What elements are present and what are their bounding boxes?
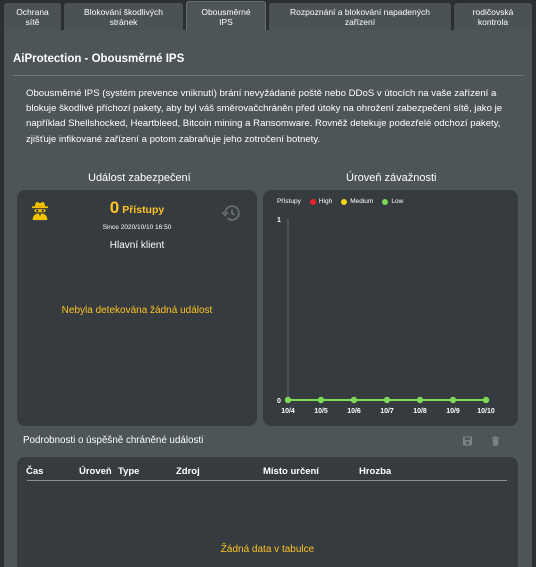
security-event-card: 0 Přístupy Since 2020/10/10 16:50 Hlavní … [17,190,257,426]
y-tick-label: 1 [277,217,281,224]
tab-label: Rozpoznání a blokování napadených [290,6,430,17]
tab-network-protection[interactable]: Ochrana sítě [4,3,61,30]
trash-icon[interactable] [490,435,501,447]
history-icon[interactable] [221,202,243,224]
tab-two-way-ips[interactable]: Obousměrné IPS [186,1,266,31]
tab-parental-control[interactable]: rodičovská kontrola [454,3,532,30]
data-point [350,396,358,404]
security-event-heading: Událost zabezpečení [88,172,191,184]
table-header-divider [27,480,507,481]
data-point [383,396,391,404]
tab-label: stránek [109,16,138,27]
tab-label: sítě [25,16,40,27]
data-point [416,396,424,404]
x-tick-label: 10/4 [281,408,295,415]
tab-malicious-sites-blocking[interactable]: Blokování škodlivých stránek [64,3,183,30]
y-tick-label: 0 [277,398,281,405]
page-title: AiProtection - Obousměrné IPS [13,53,185,65]
tab-label: Obousměrné [201,6,251,17]
column-header-level[interactable]: Úroveň [79,466,112,477]
severity-chart: 0 1 10/4 10/5 10/6 10/7 10/8 10/9 10/10 [277,217,495,415]
tab-label: kontrola [477,16,509,27]
severity-heading: Úroveň závažnosti [346,172,437,184]
column-header-threat[interactable]: Hrozba [359,466,391,477]
data-point [449,396,457,404]
column-header-time[interactable]: Čas [26,466,43,477]
page-description: Obousměrné IPS (systém prevence vniknutí… [26,88,503,145]
x-tick-label: 10/9 [446,408,460,415]
details-heading: Podrobnosti o úspěšně chráněné události [23,435,204,446]
tab-label: rodičovská [472,6,514,17]
tab-label: Blokování škodlivých [84,6,163,17]
column-header-type[interactable]: Type [118,466,139,477]
tab-label: IPS [219,16,233,27]
x-tick-label: 10/7 [380,408,394,415]
save-icon[interactable] [462,435,473,447]
events-table: Čas Úroveň Type Zdroj Místo určení Hrozb… [17,457,518,567]
tab-infected-device-blocking[interactable]: Rozpoznání a blokování napadených zařízen… [269,3,451,30]
title-divider [13,75,524,76]
no-event-message: Nebyla detekována žádná událost [61,305,213,316]
x-tick-label: 10/8 [413,408,427,415]
access-count-number: 0 [109,198,120,217]
column-header-destination[interactable]: Místo určení [263,466,319,477]
x-tick-label: 10/10 [477,408,495,415]
data-point [284,396,292,404]
main-client-label: Hlavní klient [109,240,165,251]
x-tick-label: 10/6 [347,408,361,415]
severity-chart-card: Přístupy High Medium Low 0 1 10/4 10/5 10/6 1… [263,190,518,426]
data-point [317,396,325,404]
since-timestamp: Since 2020/10/10 16:50 [102,224,172,231]
data-point [482,396,490,404]
main-panel: AiProtection - Obousměrné IPS Obousměrné… [4,30,532,567]
tab-label: Ochrana [16,6,49,17]
no-data-message: Žádná data v tabulce [220,544,315,555]
column-header-source[interactable]: Zdroj [176,466,200,477]
access-count-label: Přístupy [122,204,165,216]
tab-label: zařízení [344,16,376,27]
tab-bar: Ochrana sítě Blokování škodlivých stránek … [0,0,536,31]
x-tick-label: 10/5 [314,408,328,415]
